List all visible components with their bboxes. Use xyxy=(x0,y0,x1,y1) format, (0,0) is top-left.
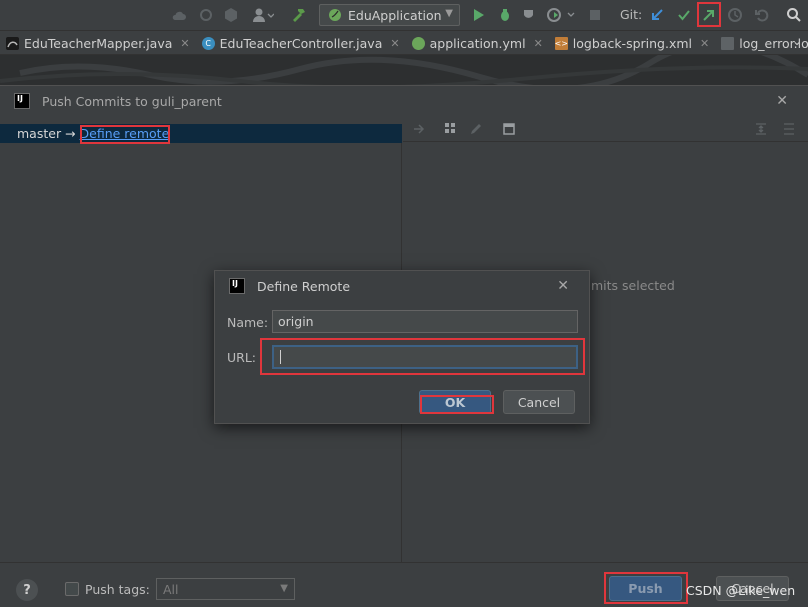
history-icon[interactable] xyxy=(726,6,744,24)
log-file-icon xyxy=(721,36,735,50)
close-icon[interactable]: ✕ xyxy=(180,37,189,50)
close-icon[interactable]: ✕ xyxy=(557,278,569,294)
profile-icon[interactable] xyxy=(545,6,577,24)
spring-boot-icon xyxy=(328,8,342,22)
run-configuration-select[interactable]: EduApplication ▼ xyxy=(319,4,460,26)
run-config-label: EduApplication xyxy=(348,7,442,23)
cherry-pick-icon[interactable] xyxy=(411,121,427,137)
editor-tabs: EduTeacherMapper.java ✕ C EduTeacherCont… xyxy=(0,30,808,55)
chevron-down-icon: ▼ xyxy=(445,8,453,19)
java-class-icon: C xyxy=(201,36,215,50)
stop-icon[interactable] xyxy=(586,6,604,24)
define-remote-link[interactable]: Define remote xyxy=(80,126,170,141)
text-caret xyxy=(280,350,281,364)
tab-label: application.yml xyxy=(429,35,526,51)
intellij-logo-icon: IJ xyxy=(229,278,245,294)
push-tags-checkbox[interactable] xyxy=(65,582,79,596)
coverage-icon[interactable] xyxy=(520,6,538,24)
tab-logback-spring-xml[interactable]: <> logback-spring.xml ✕ xyxy=(549,31,715,55)
close-icon[interactable]: ✕ xyxy=(700,37,709,50)
main-toolbar: EduApplication ▼ Git: xyxy=(0,0,808,30)
push-tags-label: Push tags: xyxy=(85,582,150,597)
collapse-all-icon[interactable] xyxy=(781,121,797,137)
branch-name: master → xyxy=(17,126,76,141)
push-tags-select[interactable]: All ▼ xyxy=(156,578,295,600)
ok-button[interactable]: OK xyxy=(419,390,491,414)
search-icon[interactable] xyxy=(785,6,803,24)
tab-edu-teacher-mapper[interactable]: EduTeacherMapper.java ✕ xyxy=(0,31,196,55)
cancel-button[interactable]: Cancel xyxy=(503,390,575,414)
remote-name-input[interactable] xyxy=(272,310,578,333)
tab-application-yml[interactable]: application.yml ✕ xyxy=(406,31,549,55)
git-commit-icon[interactable] xyxy=(675,6,693,24)
tab-label: EduTeacherController.java xyxy=(219,35,383,51)
rollback-icon[interactable] xyxy=(753,6,771,24)
dialog-title-bar: IJ Define Remote xyxy=(215,271,589,301)
spring-yaml-icon xyxy=(411,36,425,50)
chevron-down-icon: ▼ xyxy=(280,583,288,594)
help-button[interactable]: ? xyxy=(16,579,38,601)
no-commits-selected-text: mits selected xyxy=(591,278,675,293)
tags-select-value: All xyxy=(163,581,179,597)
edit-icon[interactable] xyxy=(468,121,484,137)
close-icon[interactable]: ✕ xyxy=(534,37,543,50)
mybatis-icon xyxy=(6,36,19,50)
intellij-logo-icon: IJ xyxy=(14,93,30,109)
tab-label: EduTeacherMapper.java xyxy=(24,35,173,51)
user-icon[interactable] xyxy=(250,6,276,24)
build-hammer-icon[interactable] xyxy=(290,6,308,24)
editor-backdrop xyxy=(0,55,808,85)
details-toolbar xyxy=(403,116,808,142)
close-icon[interactable]: ✕ xyxy=(390,37,399,50)
close-icon[interactable]: ✕ xyxy=(776,93,788,109)
dialog-title: Define Remote xyxy=(257,278,351,294)
xml-icon: <> xyxy=(554,36,568,50)
git-push-icon[interactable] xyxy=(700,6,718,24)
define-remote-dialog: IJ Define Remote ✕ Name: URL: OK Cancel xyxy=(214,270,590,424)
tab-edu-teacher-controller[interactable]: C EduTeacherController.java ✕ xyxy=(196,31,406,55)
tabs-overflow-chevron-icon[interactable]: ⌄ xyxy=(792,34,802,48)
group-by-icon[interactable] xyxy=(443,121,459,137)
git-update-icon[interactable] xyxy=(648,6,666,24)
run-icon[interactable] xyxy=(470,6,488,24)
watermark: CSDN @Like_wen xyxy=(686,583,796,598)
remote-url-input[interactable] xyxy=(272,345,578,369)
sync-icon[interactable] xyxy=(197,6,215,24)
name-label: Name: xyxy=(227,315,269,330)
branch-row[interactable]: master → Define remote xyxy=(0,124,402,143)
dialog-title: Push Commits to guli_parent xyxy=(42,93,222,109)
git-label: Git: xyxy=(620,7,643,22)
tab-label: logback-spring.xml xyxy=(572,35,693,51)
push-button[interactable]: Push xyxy=(609,576,682,601)
diff-icon[interactable] xyxy=(501,121,517,137)
hexagon-icon[interactable] xyxy=(222,6,240,24)
expand-all-icon[interactable] xyxy=(753,121,769,137)
dialog-title-bar: IJ Push Commits to guli_parent xyxy=(0,86,808,116)
cloud-icon[interactable] xyxy=(170,6,188,24)
url-label: URL: xyxy=(227,350,257,365)
debug-icon[interactable] xyxy=(496,6,514,24)
